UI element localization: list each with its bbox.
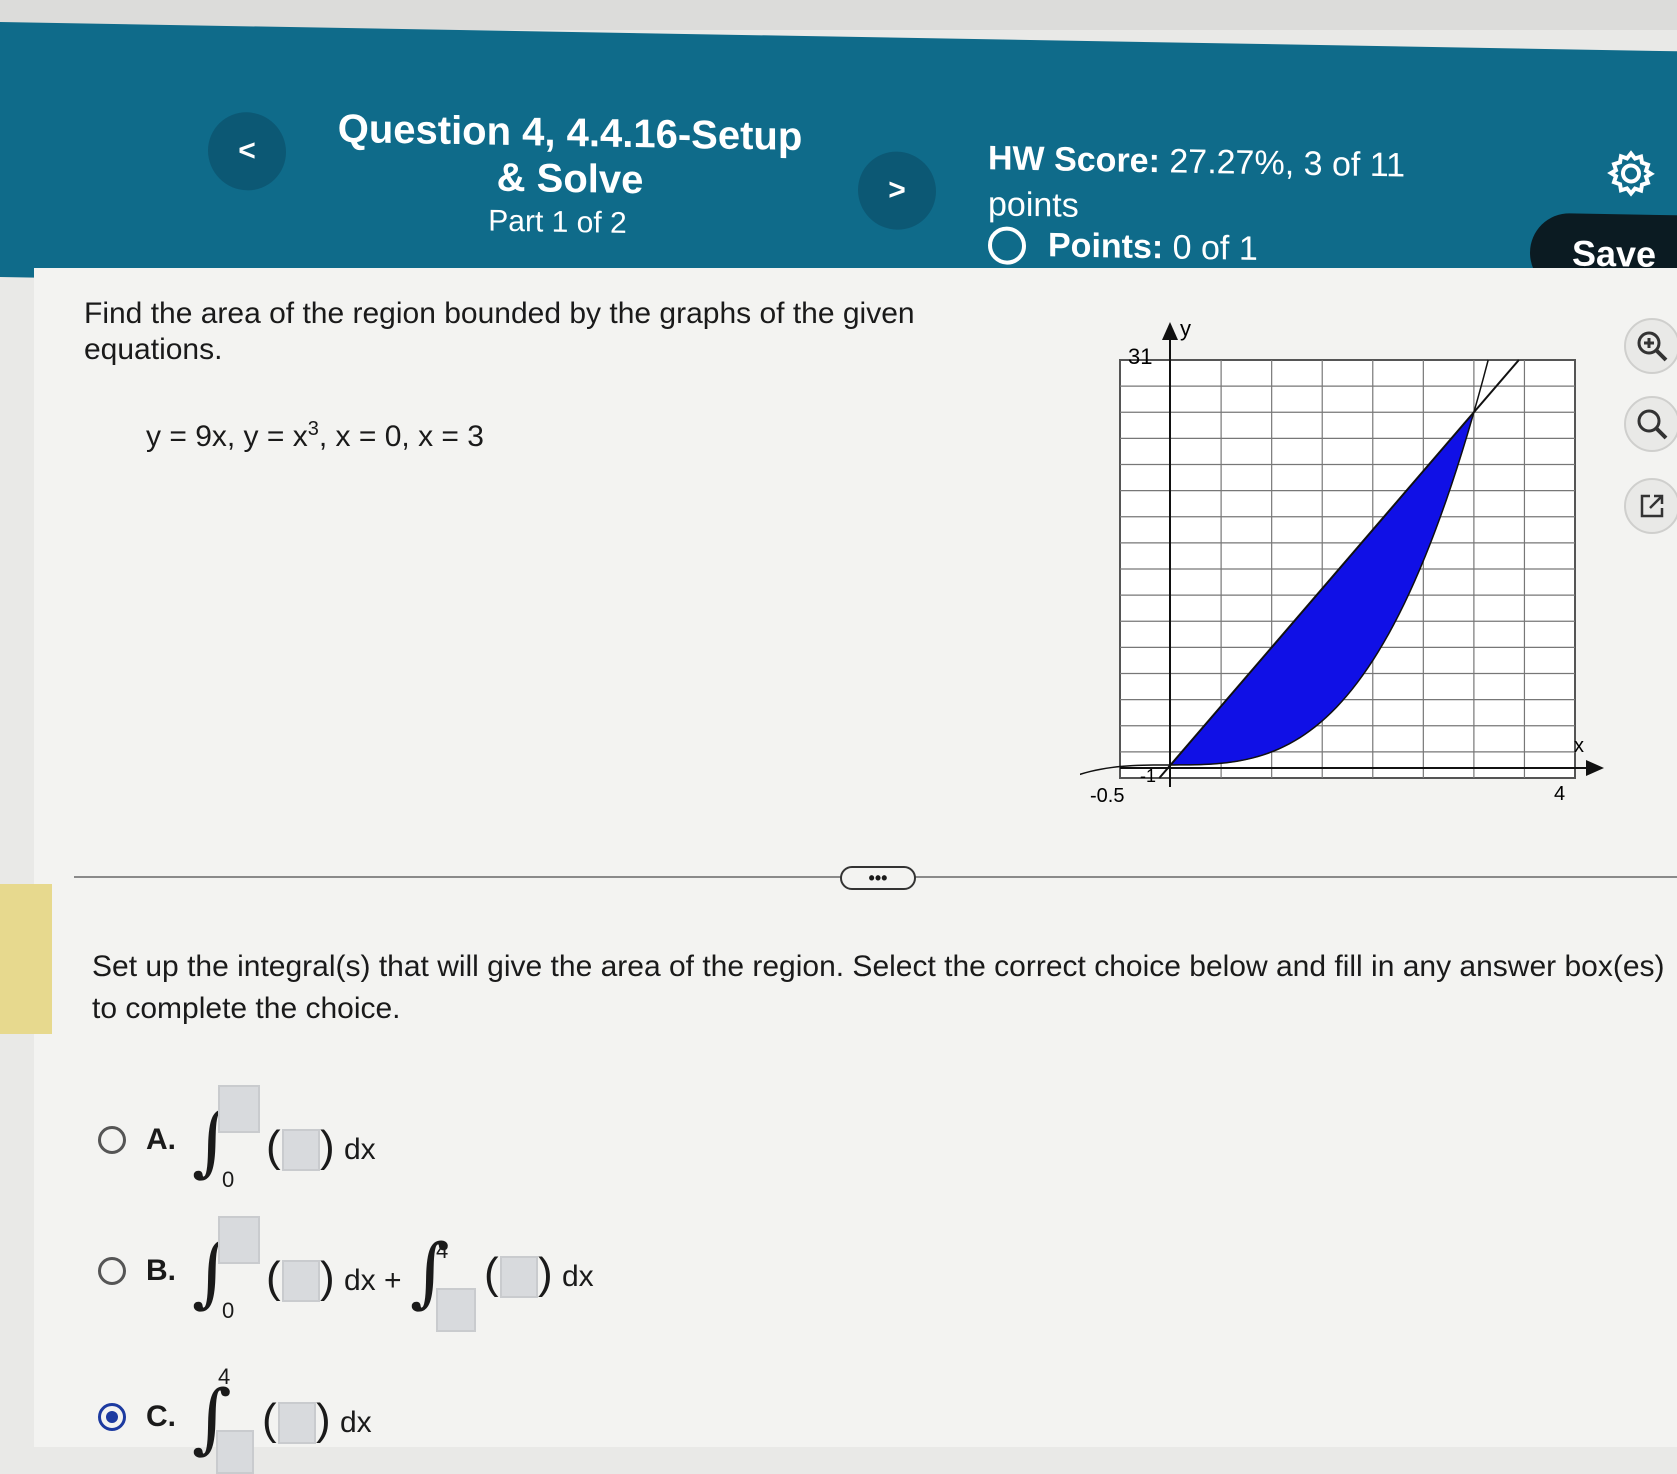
choice-a-integral: ∫ 0 ( ) dx [192,1085,412,1195]
choice-c[interactable]: C. ∫ 4 ( ) dx [98,1362,412,1474]
choice-c-integral: ∫ 4 ( ) dx [192,1362,412,1474]
choice-a[interactable]: A. ∫ 0 ( ) dx [98,1085,412,1195]
gear-icon[interactable] [1606,148,1656,199]
x-axis-arrow-icon [1586,760,1604,776]
points-status-icon [988,225,1026,265]
y-axis-arrow-icon [1162,322,1178,340]
y-axis-label: y [1180,316,1191,341]
next-question-button[interactable]: > [858,150,936,231]
hw-score-label: HW Score: [988,139,1160,181]
equation-part-1: y = 9x, y = x [146,420,308,453]
hw-score: HW Score: 27.27%, 3 of 11 points [988,135,1428,235]
popout-button[interactable] [1624,478,1677,534]
choice-b-integral: ∫ 0 ( ) dx + ∫ 4 ( ) dx [192,1216,632,1332]
x-axis-label: x [1574,735,1584,757]
question-header: < Question 4, 4.4.16-Setup & Solve Part … [0,22,1677,307]
choice-b[interactable]: B. ∫ 0 ( ) dx + ∫ 4 ( ) dx [98,1216,632,1332]
zoom-out-button[interactable] [1624,396,1677,452]
region-graph: y x 31 -0.5 -1 4 [1080,316,1604,807]
choice-a-lower-limit: 0 [222,1167,235,1192]
equations: y = 9x, y = x3, x = 0, x = 3 [146,418,484,454]
equation-exponent: 3 [307,418,319,440]
chevron-right-icon: > [888,173,906,207]
popout-icon [1640,494,1664,518]
choice-a-radio[interactable] [98,1126,126,1154]
choice-b-lower-limit-box-2[interactable] [436,1288,476,1332]
equation-part-2: , x = 0, x = 3 [318,420,484,453]
problem-statement: Find the area of the region bounded by t… [84,297,915,366]
left-paren: ( [262,1395,277,1444]
choice-c-dx: dx [340,1406,372,1439]
right-paren: ) [320,1253,335,1302]
choice-b-integrand-box-1[interactable] [282,1260,320,1302]
choice-b-upper-limit-box-1[interactable] [218,1216,260,1264]
choice-a-integrand-box[interactable] [282,1129,320,1171]
choice-b-label: B. [146,1254,176,1287]
points-row: Points: 0 of 1 [988,225,1258,269]
y-max-tick-label: 31 [1128,344,1152,369]
choice-a-label: A. [146,1123,176,1156]
choice-a-dx: dx [344,1133,376,1166]
left-paren: ( [266,1253,281,1302]
choice-b-dx-plus: dx + [344,1264,402,1297]
zoom-out-icon [1637,409,1668,440]
choice-c-lower-limit-box[interactable] [216,1430,254,1474]
choice-c-label: C. [146,1400,176,1433]
choice-b-upper-limit-2: 4 [436,1238,449,1263]
choice-b-integrand-box-2[interactable] [500,1256,538,1298]
instruction-text: Set up the integral(s) that will give th… [92,950,1665,1025]
choice-b-radio[interactable] [98,1257,126,1285]
previous-question-button[interactable]: < [208,111,286,191]
x-min-tick-label: -0.5 [1090,785,1124,807]
y-min-tick-label: -1 [1140,766,1156,786]
zoom-in-icon [1637,331,1668,362]
question-marker [0,884,52,1034]
points-label: Points: [1048,226,1164,267]
right-paren: ) [320,1122,335,1171]
question-title: Question 4, 4.4.16-Setup & Solve [337,106,803,203]
right-paren: ) [316,1395,331,1444]
choice-a-upper-limit-box[interactable] [218,1085,260,1133]
more-button[interactable]: ••• [840,866,916,890]
right-paren-2: ) [538,1249,553,1298]
chevron-left-icon: < [238,134,256,168]
choice-c-radio[interactable] [98,1403,126,1431]
choice-c-integrand-box[interactable] [278,1402,316,1444]
choice-b-dx: dx [562,1260,594,1293]
left-paren: ( [266,1122,281,1171]
left-paren-2: ( [484,1249,499,1298]
points-value: 0 of 1 [1172,228,1258,268]
x-max-tick-label: 4 [1554,783,1565,805]
zoom-in-button[interactable] [1624,318,1677,374]
choice-b-lower-limit-1: 0 [222,1298,235,1323]
question-part: Part 1 of 2 [488,204,627,240]
choice-c-upper-limit: 4 [218,1364,231,1389]
